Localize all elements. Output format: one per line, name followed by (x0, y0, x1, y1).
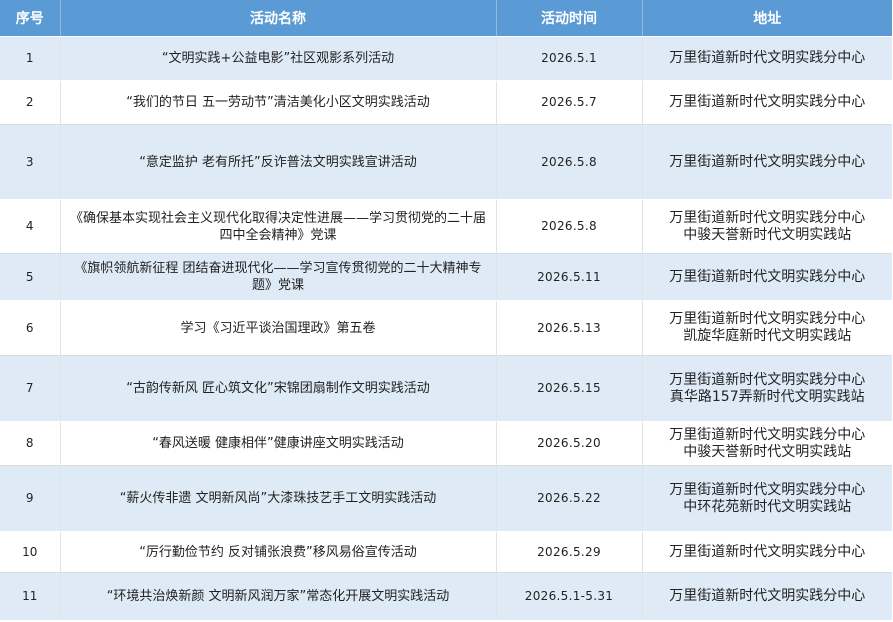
row-number: 10 (0, 531, 61, 573)
activity-time: 2026.5.1 (496, 36, 643, 81)
header-address: 地址 (642, 0, 892, 37)
activity-schedule-table: 序号 活动名称 活动时间 地址 1 “文明实践+公益电影”社区观影系列活动 2026… (0, 0, 892, 621)
address-line: 万里街道新时代文明实践分中心 (669, 50, 866, 66)
row-number: 3 (0, 124, 61, 200)
activity-address: 万里街道新时代文明实践分中心 中环花苑新时代文明实践站 (642, 465, 892, 532)
activity-time: 2026.5.11 (496, 253, 643, 301)
address-line: 万里街道新时代文明实践分中心 (669, 426, 866, 443)
activity-name: “我们的节日 五一劳动节”清洁美化小区文明实践活动 (60, 80, 497, 125)
header-no: 序号 (0, 0, 61, 37)
activity-address: 万里街道新时代文明实践分中心 (642, 124, 892, 200)
activity-name: 《确保基本实现社会主义现代化取得决定性进展——学习贯彻党的二十届四中全会精神》党… (60, 199, 497, 254)
table-row: 1 “文明实践+公益电影”社区观影系列活动 2026.5.1 万里街道新时代文明实践分… (0, 36, 892, 81)
activity-address: 万里街道新时代文明实践分中心 中骏天誉新时代文明实践站 (642, 199, 892, 254)
row-number: 4 (0, 199, 61, 254)
address-line: 万里街道新时代文明实践分中心 (669, 94, 866, 110)
table-row: 7 “古韵传新风 匠心筑文化”宋锦团扇制作文明实践活动 2026.5.15 万里街道新… (0, 355, 892, 422)
row-number: 6 (0, 300, 61, 356)
address-line: 凯旋华庭新时代文明实践站 (683, 328, 852, 344)
address-line: 中骏天誉新时代文明实践站 (683, 443, 852, 460)
address-line: 万里街道新时代文明实践分中心 (669, 371, 866, 388)
address-line: 万里街道新时代文明实践分中心 (669, 543, 866, 560)
activity-name: “薪火传非遗 文明新风尚”大漆珠技艺手工文明实践活动 (60, 465, 497, 532)
row-number: 9 (0, 465, 61, 532)
activity-address: 万里街道新时代文明实践分中心 中骏天誉新时代文明实践站 (642, 421, 892, 466)
activity-address: 万里街道新时代文明实践分中心 (642, 36, 892, 81)
activity-name: “春风送暖 健康相伴”健康讲座文明实践活动 (60, 421, 497, 466)
activity-name: 《旗帜领航新征程 团结奋进现代化——学习宣传贯彻党的二十大精神专题》党课 (60, 253, 497, 301)
table-row: 10 “厉行勤俭节约 反对铺张浪费”移风易俗宣传活动 2026.5.29 万里街道新时… (0, 531, 892, 573)
table-row: 9 “薪火传非遗 文明新风尚”大漆珠技艺手工文明实践活动 2026.5.22 万里街道… (0, 465, 892, 532)
table-header-row: 序号 活动名称 活动时间 地址 (0, 0, 892, 37)
activity-time: 2026.5.7 (496, 80, 643, 125)
address-line: 万里街道新时代文明实践分中心 (669, 311, 866, 327)
activity-address: 万里街道新时代文明实践分中心 (642, 80, 892, 125)
activity-address: 万里街道新时代文明实践分中心 (642, 572, 892, 621)
table-body: 1 “文明实践+公益电影”社区观影系列活动 2026.5.1 万里街道新时代文明实践分… (0, 36, 892, 621)
header-time: 活动时间 (496, 0, 643, 37)
row-number: 1 (0, 36, 61, 81)
activity-address: 万里街道新时代文明实践分中心 真华路157弄新时代文明实践站 (642, 355, 892, 422)
activity-address: 万里街道新时代文明实践分中心 (642, 531, 892, 573)
address-line: 中骏天誉新时代文明实践站 (683, 226, 852, 243)
row-number: 5 (0, 253, 61, 301)
address-line: 万里街道新时代文明实践分中心 (669, 153, 866, 170)
row-number: 8 (0, 421, 61, 466)
activity-time: 2026.5.15 (496, 355, 643, 422)
activity-name: “意定监护 老有所托”反诈普法文明实践宣讲活动 (60, 124, 497, 200)
table-row: 8 “春风送暖 健康相伴”健康讲座文明实践活动 2026.5.20 万里街道新时代文明… (0, 421, 892, 466)
activity-time: 2026.5.22 (496, 465, 643, 532)
activity-time: 2026.5.20 (496, 421, 643, 466)
activity-name: “古韵传新风 匠心筑文化”宋锦团扇制作文明实践活动 (60, 355, 497, 422)
activity-time: 2026.5.29 (496, 531, 643, 573)
activity-time: 2026.5.1-5.31 (496, 572, 643, 621)
activity-time: 2026.5.8 (496, 199, 643, 254)
table-row: 3 “意定监护 老有所托”反诈普法文明实践宣讲活动 2026.5.8 万里街道新时代文… (0, 124, 892, 200)
table-row: 6 学习《习近平谈治国理政》第五卷 2026.5.13 万里街道新时代文明实践分中心凯… (0, 300, 892, 356)
activity-name: “文明实践+公益电影”社区观影系列活动 (60, 36, 497, 81)
row-number: 2 (0, 80, 61, 125)
address-line: 真华路157弄新时代文明实践站 (669, 388, 865, 405)
address-line: 万里街道新时代文明实践分中心 (669, 268, 866, 285)
activity-name: “环境共治焕新颜 文明新风润万家”常态化开展文明实践活动 (60, 572, 497, 621)
address-line: 中环花苑新时代文明实践站 (683, 498, 852, 515)
table-row: 5 《旗帜领航新征程 团结奋进现代化——学习宣传贯彻党的二十大精神专题》党课 202… (0, 253, 892, 301)
activity-name: 学习《习近平谈治国理政》第五卷 (60, 300, 497, 356)
address-line: 万里街道新时代文明实践分中心 (669, 481, 866, 498)
activity-address: 万里街道新时代文明实践分中心 凯旋华庭新时代文明实践站 (642, 300, 892, 356)
address-line: 万里街道新时代文明实践分中心 (669, 209, 866, 226)
address-line: 万里街道新时代文明实践分中心 (669, 588, 866, 604)
activity-name: “厉行勤俭节约 反对铺张浪费”移风易俗宣传活动 (60, 531, 497, 573)
activity-time: 2026.5.8 (496, 124, 643, 200)
table-row: 4 《确保基本实现社会主义现代化取得决定性进展——学习贯彻党的二十届四中全会精神》… (0, 199, 892, 254)
table-row: 2 “我们的节日 五一劳动节”清洁美化小区文明实践活动 2026.5.7 万里街道新时… (0, 80, 892, 125)
activity-time: 2026.5.13 (496, 300, 643, 356)
row-number: 11 (0, 572, 61, 621)
table-row: 11 “环境共治焕新颜 文明新风润万家”常态化开展文明实践活动 2026.5.1-5… (0, 572, 892, 621)
activity-address: 万里街道新时代文明实践分中心 (642, 253, 892, 301)
row-number: 7 (0, 355, 61, 422)
header-name: 活动名称 (60, 0, 497, 37)
